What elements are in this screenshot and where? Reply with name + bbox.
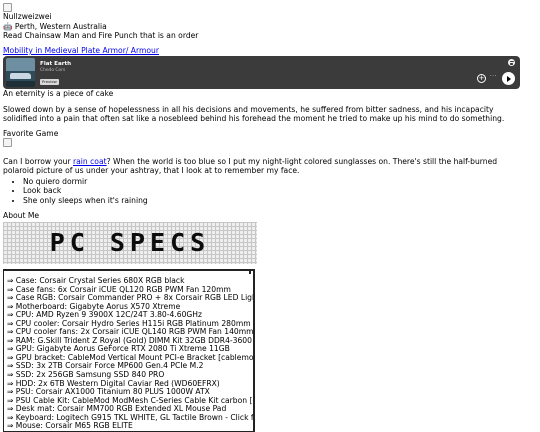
profile-page: Nullzweizwei 🤖 Perth, Western Australia … <box>0 0 540 432</box>
list-item: She only sleeps when it's raining <box>23 196 539 205</box>
tag-list: No quiero dormir Look back She only slee… <box>3 177 539 205</box>
tagline: An eternity is a piece of cake <box>3 89 114 99</box>
list-item: No quiero dormir <box>23 177 539 186</box>
pc-specs-banner-text: PC SPECS <box>49 228 211 257</box>
spec-item: ⇒ Mouse: Corsair M65 RGB ELITE <box>7 421 133 431</box>
location: 🤖 Perth, Western Australia <box>3 22 539 31</box>
robot-icon: 🤖 <box>3 21 13 31</box>
broken-image-icon <box>3 138 12 148</box>
favorite-game-image <box>3 138 539 148</box>
list-item: Look back <box>23 186 539 195</box>
pc-specs-banner: PC SPECS <box>3 222 257 264</box>
about-me-label: About Me <box>3 210 40 220</box>
broken-image-icon <box>3 3 12 12</box>
location-text: Perth, Western Australia <box>14 21 107 31</box>
status-text: Read Chainsaw Man and Fire Punch that is… <box>3 30 199 40</box>
spec-list: ⇒ Case: Corsair Crystal Series 680X RGB … <box>7 276 254 431</box>
album-cover <box>6 58 35 88</box>
quote-text-start: Can I borrow your <box>3 156 74 166</box>
spotify-logo-icon[interactable] <box>508 59 515 67</box>
spotify-embed[interactable]: Flat Earth Chedo Cors Preview + ··· <box>3 56 520 90</box>
spec-item: ⇒ Desk mat: Corsair MM700 RGB Extended X… <box>7 404 227 414</box>
rain-coat-link[interactable]: rain coat <box>73 157 107 166</box>
preview-badge: Preview <box>40 79 59 86</box>
play-button[interactable] <box>502 72 515 86</box>
track-artist[interactable]: Chedo Cors <box>40 68 65 73</box>
profile-banner-image <box>3 3 539 12</box>
more-options-icon[interactable]: ··· <box>490 73 497 80</box>
spec-item: ⇒ Keyboard: Logitech G915 TKL WHITE, GL … <box>7 412 254 422</box>
username: Nullzweizwei <box>3 12 52 22</box>
favorite-game-label: Favorite Game <box>3 129 59 138</box>
music-video-link[interactable]: Mobility in Medieval Plate Armor/ Armour <box>3 46 159 55</box>
add-to-library-icon[interactable]: + <box>477 74 486 84</box>
quote-paragraph: Can I borrow your rain coat? When the wo… <box>3 157 527 176</box>
bio-paragraph: Slowed down by a sense of hopelessness i… <box>3 104 505 123</box>
pc-specs-box: ⇒ Case: Corsair Crystal Series 680X RGB … <box>3 269 255 432</box>
